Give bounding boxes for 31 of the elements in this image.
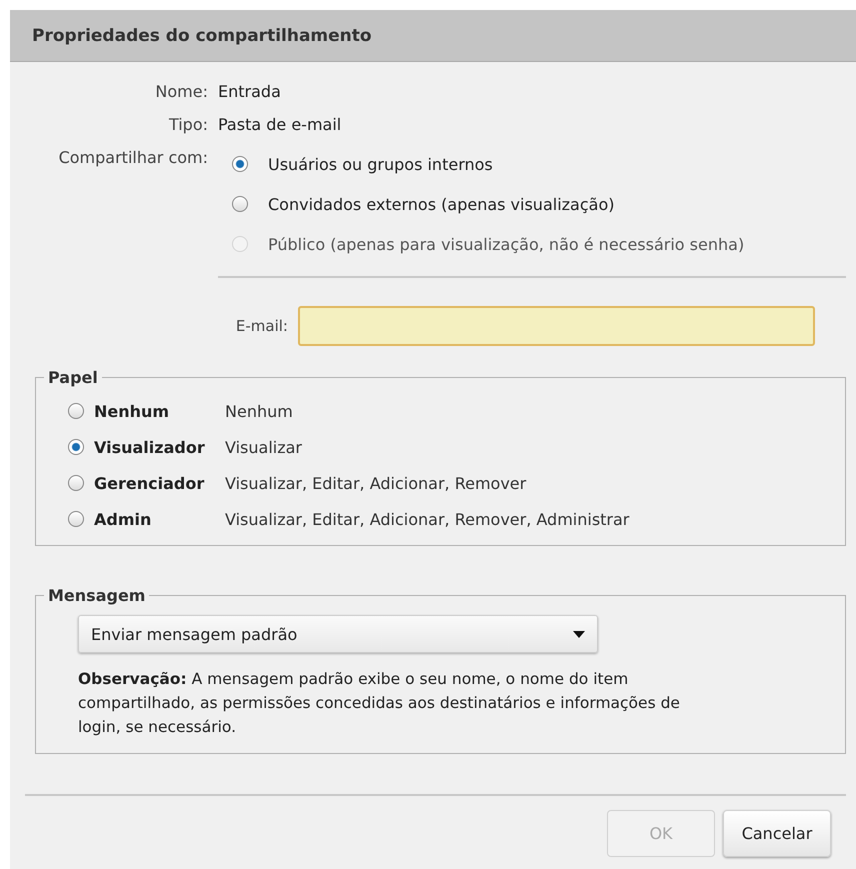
radio-button[interactable]	[68, 439, 84, 455]
role-permissions: Visualizar, Editar, Adicionar, Remover	[225, 474, 526, 492]
radio-button[interactable]	[68, 475, 84, 491]
radio-button[interactable]	[232, 196, 248, 212]
radio-button[interactable]	[68, 511, 84, 527]
role-permissions: Visualizar, Editar, Adicionar, Remover, Administrar	[225, 510, 630, 528]
field-label: Nome:	[154, 81, 208, 101]
radio-button[interactable]	[68, 403, 84, 419]
field-value: Entrada	[218, 81, 281, 101]
note-text: Observação: A mensagem padrão exibe o seu nome, o nome do item compartilhado, as permissões concedidas aos destinatários e informações de login, se necessário.	[78, 669, 681, 738]
message-dropdown[interactable]: Enviar mensagem padrão	[78, 615, 598, 653]
radio-label: Convidados externos (apenas visualização)	[268, 194, 614, 214]
role-name: Nenhum	[94, 402, 170, 420]
field-value: Pasta de e-mail	[218, 114, 342, 134]
group-title: Papel	[47, 368, 99, 387]
radio-button[interactable]	[232, 156, 248, 172]
field-label: Compartilhar com:	[58, 147, 208, 167]
radio-label: Usuários ou grupos internos	[268, 154, 493, 174]
role-permissions: Nenhum	[225, 402, 293, 420]
window-title: Propriedades do compartilhamento	[10, 10, 856, 62]
field-label: Tipo:	[168, 114, 208, 134]
role-name: Admin	[94, 510, 152, 528]
email-label: E-mail:	[234, 317, 288, 335]
email-field[interactable]	[298, 306, 815, 346]
dialog-button[interactable]: Cancelar	[723, 810, 831, 857]
role-name: Visualizador	[94, 438, 206, 456]
role-permissions: Visualizar	[225, 438, 302, 456]
group-title: Mensagem	[47, 586, 146, 605]
caret-icon	[573, 630, 585, 638]
role-name: Gerenciador	[94, 474, 206, 492]
radio-label: Público (apenas para visualização, não é necessário senha)	[268, 234, 744, 254]
